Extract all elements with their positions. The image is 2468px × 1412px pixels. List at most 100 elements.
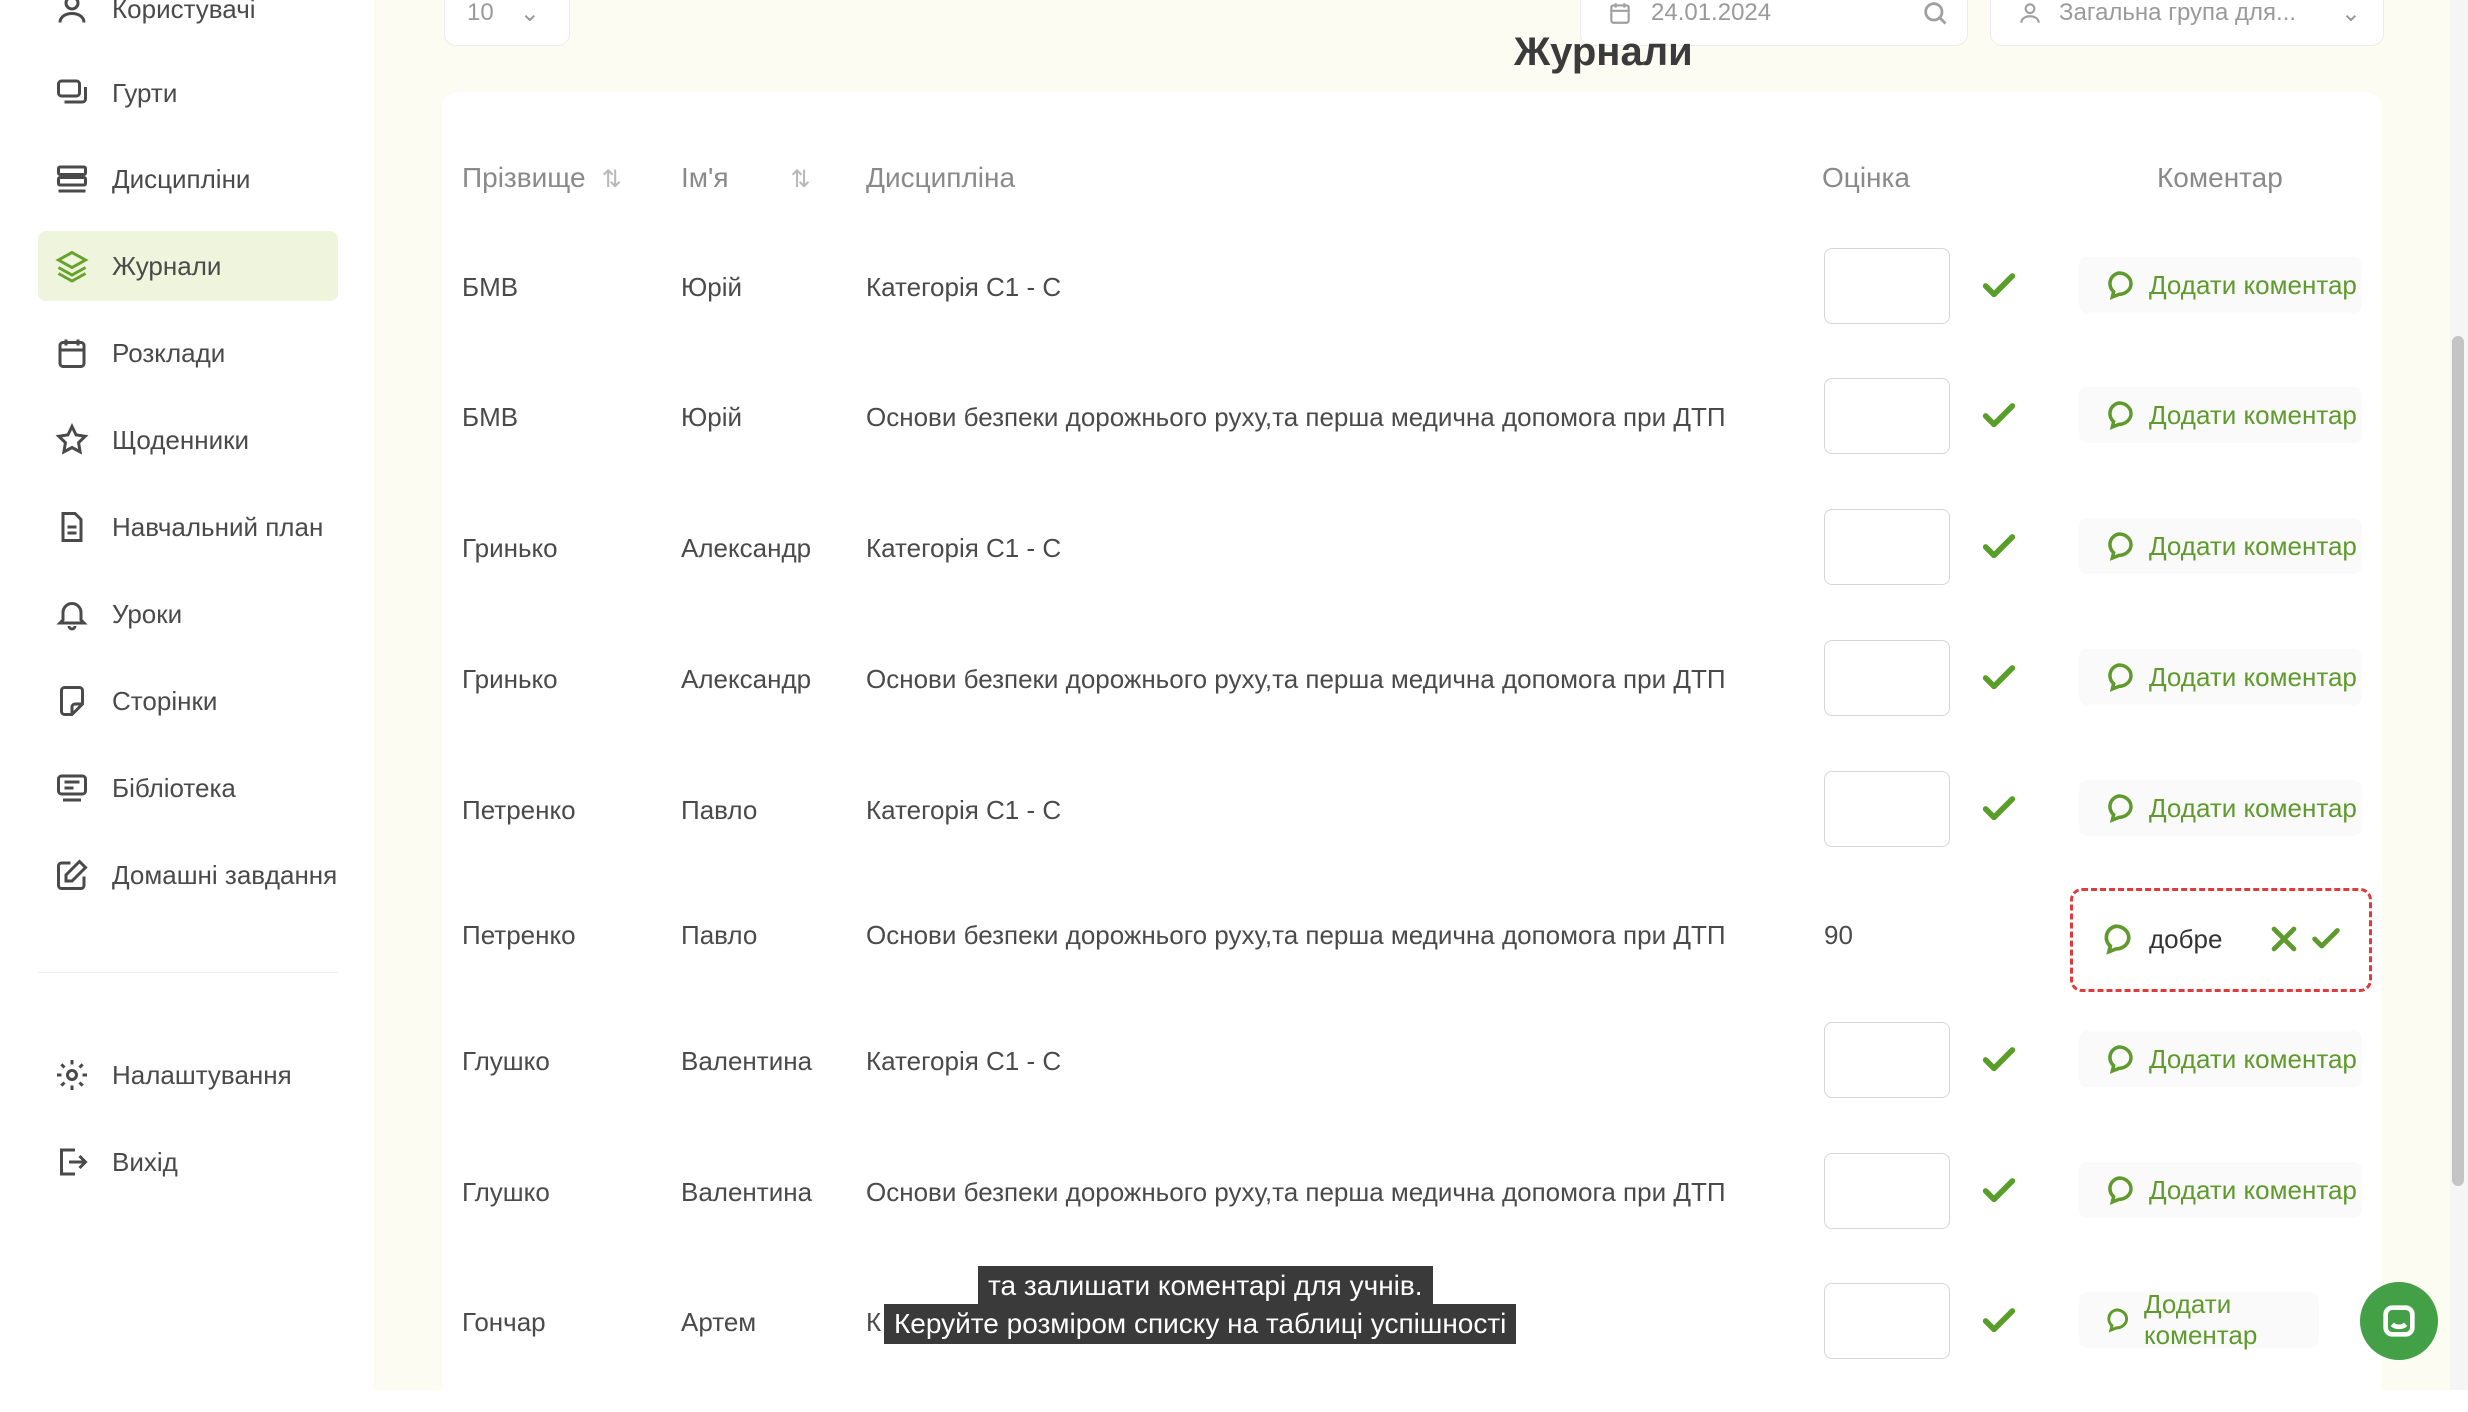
add-comment-button[interactable]: Додати коментар bbox=[2079, 257, 2362, 313]
sidebar-item-journals[interactable]: Журнали bbox=[38, 231, 338, 301]
check-icon[interactable] bbox=[1979, 789, 2019, 829]
disciplines-icon bbox=[52, 159, 92, 199]
grade-input[interactable] bbox=[1824, 771, 1950, 847]
grade-input[interactable] bbox=[1824, 1153, 1950, 1229]
check-icon[interactable] bbox=[1979, 266, 2019, 306]
sidebar-item-curriculum[interactable]: Навчальний план bbox=[38, 492, 338, 562]
sidebar-item-label: Налаштування bbox=[112, 1059, 292, 1090]
add-comment-button[interactable]: Додати коментар bbox=[2079, 780, 2362, 836]
sidebar-item-lessons[interactable]: Уроки bbox=[38, 579, 338, 649]
column-header-name[interactable]: Ім'я ⇅ bbox=[681, 162, 811, 194]
sidebar-item-disciplines[interactable]: Дисципліни bbox=[38, 144, 338, 214]
sidebar-item-label: Щоденники bbox=[112, 424, 250, 455]
search-icon[interactable] bbox=[1921, 0, 1949, 27]
page-icon bbox=[52, 681, 92, 721]
check-icon[interactable] bbox=[1979, 527, 2019, 567]
check-icon[interactable] bbox=[1979, 1171, 2019, 1211]
check-icon[interactable] bbox=[1979, 658, 2019, 698]
comment-icon bbox=[2108, 271, 2133, 300]
group-select[interactable]: Загальна група для... ⌄ bbox=[1990, 0, 2384, 46]
cell-discipline: Категорія С1 - С bbox=[866, 1046, 1062, 1076]
cell-grade[interactable]: 90 bbox=[1824, 920, 1853, 951]
sidebar-item-library[interactable]: Бібліотека bbox=[38, 753, 338, 823]
check-icon[interactable] bbox=[2309, 922, 2343, 956]
column-header-label: Прізвище bbox=[462, 162, 586, 193]
logout-icon bbox=[52, 1142, 92, 1182]
cell-name: Артем bbox=[681, 1307, 757, 1337]
sidebar-item-label: Гурти bbox=[112, 77, 178, 108]
grade-input[interactable] bbox=[1824, 248, 1950, 324]
column-header-comment: Коментар bbox=[2157, 162, 2283, 194]
cell-discipline: К bbox=[866, 1307, 882, 1337]
grade-input[interactable] bbox=[1824, 509, 1950, 585]
cell-surname: Петренко bbox=[462, 920, 576, 950]
calendar-icon bbox=[1610, 3, 1630, 24]
add-comment-button[interactable]: Додати коментар bbox=[2079, 649, 2362, 705]
sidebar-item-label: Журнали bbox=[112, 250, 222, 281]
add-comment-button[interactable]: Додати коментар bbox=[2079, 387, 2362, 443]
comment-input[interactable] bbox=[2147, 922, 2261, 956]
sidebar-item-label: Навчальний план bbox=[112, 511, 324, 542]
groups-icon bbox=[52, 73, 92, 113]
grade-input[interactable] bbox=[1824, 1022, 1950, 1098]
comment-icon bbox=[2108, 532, 2133, 561]
column-header-surname[interactable]: Прізвище ⇅ bbox=[462, 162, 622, 194]
calendar-icon bbox=[52, 333, 92, 373]
add-comment-label: Додати коментар bbox=[2143, 1289, 2258, 1350]
sidebar-item-label: Уроки bbox=[112, 598, 183, 629]
sidebar-item-groups[interactable]: Гурти bbox=[38, 58, 338, 128]
sidebar-item-settings[interactable]: Налаштування bbox=[38, 1040, 338, 1110]
sidebar-item-diaries[interactable]: Щоденники bbox=[38, 405, 338, 475]
sidebar-item-pages[interactable]: Сторінки bbox=[38, 666, 338, 736]
add-comment-button[interactable]: Додати коментар bbox=[2079, 1289, 2319, 1350]
check-icon[interactable] bbox=[1979, 1301, 2019, 1341]
scrollbar-thumb[interactable] bbox=[2452, 336, 2464, 1186]
scrollbar[interactable] bbox=[2450, 0, 2468, 1390]
comment-editor bbox=[2085, 903, 2357, 975]
column-header-label: Дисципліна bbox=[866, 162, 1016, 193]
cell-name: Александр bbox=[681, 533, 812, 563]
cell-surname: Гринько bbox=[462, 533, 558, 563]
grade-input[interactable] bbox=[1824, 378, 1950, 454]
cell-surname: БМВ bbox=[462, 402, 519, 432]
cell-discipline: Категорія С1 - С bbox=[866, 272, 1062, 302]
chevron-down-icon: ⌄ bbox=[2340, 0, 2361, 27]
sort-icon[interactable]: ⇅ bbox=[602, 165, 622, 194]
edit-icon bbox=[52, 855, 92, 895]
sidebar-item-homework[interactable]: Домашні завдання bbox=[38, 840, 338, 910]
video-subtitle-line1: та залишати коментарі для учнів. bbox=[978, 1266, 1433, 1306]
add-comment-label: Додати коментар bbox=[2149, 1043, 2357, 1074]
add-comment-label: Додати коментар bbox=[2149, 661, 2357, 692]
comment-icon bbox=[2108, 1176, 2133, 1205]
close-icon[interactable] bbox=[2267, 922, 2301, 956]
check-icon[interactable] bbox=[1979, 1040, 2019, 1080]
date-value: 24.01.2024 bbox=[1651, 0, 1772, 26]
comment-icon bbox=[2108, 401, 2133, 430]
add-comment-button[interactable]: Додати коментар bbox=[2079, 518, 2362, 574]
add-comment-button[interactable]: Додати коментар bbox=[2079, 1162, 2362, 1218]
sort-icon[interactable]: ⇅ bbox=[791, 165, 811, 194]
user-icon bbox=[2020, 3, 2040, 23]
cell-discipline: Основи безпеки дорожнього руху,та перша … bbox=[866, 920, 1726, 950]
chat-button[interactable] bbox=[2360, 1282, 2438, 1360]
cell-name: Юрій bbox=[681, 402, 743, 432]
sidebar-item-logout[interactable]: Вихід bbox=[38, 1127, 338, 1197]
cell-discipline: Основи безпеки дорожнього руху,та перша … bbox=[866, 402, 1726, 432]
add-comment-label: Додати коментар bbox=[2149, 792, 2357, 823]
cell-name: Павло bbox=[681, 795, 758, 825]
video-subtitle-line2: Керуйте розміром списку на таблиці успіш… bbox=[884, 1304, 1517, 1344]
comment-icon bbox=[2108, 663, 2133, 692]
cell-surname: Гончар bbox=[462, 1307, 546, 1337]
cell-discipline: Категорія С1 - С bbox=[866, 533, 1062, 563]
cell-surname: БМВ bbox=[462, 272, 519, 302]
page-size-select[interactable]: 10 ⌄ bbox=[444, 0, 570, 46]
add-comment-label: Додати коментар bbox=[2149, 530, 2357, 561]
sidebar-item-users[interactable]: Користувачі bbox=[38, 0, 338, 44]
add-comment-button[interactable]: Додати коментар bbox=[2079, 1031, 2362, 1087]
sidebar-item-schedules[interactable]: Розклади bbox=[38, 318, 338, 388]
bell-icon bbox=[52, 594, 92, 634]
page-size-value: 10 bbox=[467, 0, 494, 26]
grade-input[interactable] bbox=[1824, 1283, 1950, 1359]
grade-input[interactable] bbox=[1824, 640, 1950, 716]
check-icon[interactable] bbox=[1979, 396, 2019, 436]
